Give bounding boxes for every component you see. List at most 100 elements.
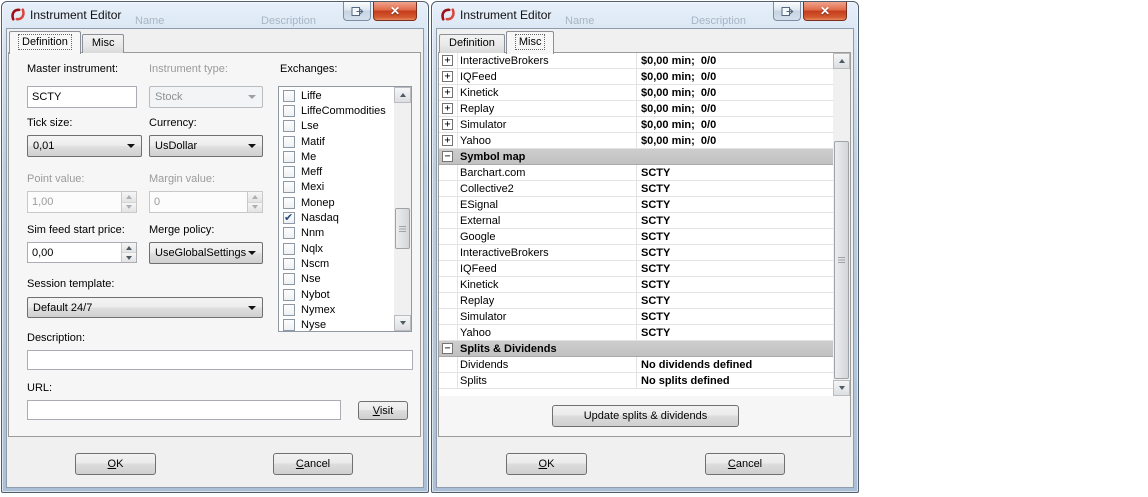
grid-row[interactable]: Yahoo SCTY (439, 325, 833, 341)
exchange-item[interactable]: Lse (279, 119, 394, 134)
grid-row[interactable]: IQFeed SCTY (439, 261, 833, 277)
grid-row[interactable]: + IQFeed $0,00 min; 0/0 (439, 69, 833, 85)
tab-definition[interactable]: Definition (439, 34, 505, 53)
exchange-item[interactable]: Nybot (279, 287, 394, 302)
close-button[interactable]: ✕ (803, 2, 847, 21)
exchange-item[interactable]: Nscm (279, 256, 394, 271)
checkbox-unchecked[interactable] (283, 288, 295, 301)
scrollbar-thumb[interactable] (395, 208, 410, 249)
merge-policy-dropdown[interactable]: UseGlobalSettings (149, 242, 263, 264)
visit-button[interactable]: Visit (358, 401, 408, 420)
checkbox-checked[interactable] (283, 211, 295, 225)
spinner-down-button[interactable] (122, 253, 136, 262)
checkbox-unchecked[interactable] (283, 319, 295, 331)
grid-row[interactable]: Google SCTY (439, 229, 833, 245)
grid-row[interactable]: Simulator SCTY (439, 309, 833, 325)
checkbox-unchecked[interactable] (283, 257, 295, 270)
grid-row[interactable]: + Yahoo $0,00 min; 0/0 (439, 133, 833, 149)
checkbox-unchecked[interactable] (283, 104, 295, 117)
checkbox-unchecked[interactable] (283, 150, 295, 163)
grid-row[interactable]: Collective2 SCTY (439, 181, 833, 197)
exchanges-listbox[interactable]: Liffe LiffeCommodities Lse Matif Me Meff Mexi M… (278, 86, 412, 332)
checkbox-unchecked[interactable] (283, 89, 295, 102)
exchange-item[interactable]: Monep (279, 195, 394, 210)
description-input[interactable] (27, 350, 413, 370)
expand-icon[interactable]: + (442, 71, 453, 82)
context-help-button[interactable] (343, 2, 371, 21)
checkbox-unchecked[interactable] (283, 181, 295, 194)
exchange-item[interactable]: Nymex (279, 302, 394, 317)
exchange-item[interactable]: Nasdaq (279, 210, 394, 225)
grid-row[interactable]: Dividends No dividends defined (439, 357, 833, 373)
grid-row[interactable]: Barchart.com SCTY (439, 165, 833, 181)
expand-icon[interactable]: + (442, 87, 453, 98)
exchange-item[interactable]: LiffeCommodities (279, 103, 394, 118)
tick-size-dropdown[interactable]: 0,01 (27, 135, 142, 157)
master-instrument-input[interactable] (27, 86, 137, 108)
checkbox-unchecked[interactable] (283, 196, 295, 209)
exchange-item[interactable]: Meff (279, 164, 394, 179)
exchange-label: Nscm (301, 257, 330, 270)
exchange-item[interactable]: Me (279, 149, 394, 164)
checkbox-unchecked[interactable] (283, 273, 295, 286)
dialog-body: Definition Misc + InteractiveBrokers $0,00… (436, 28, 854, 488)
grid-section-row[interactable]: − Symbol map (439, 149, 833, 165)
cancel-button[interactable]: Cancel (273, 453, 353, 475)
scroll-up-button[interactable] (394, 87, 411, 103)
ok-button[interactable]: OK (75, 453, 156, 475)
exchange-item[interactable]: Nnm (279, 226, 394, 241)
grid-row[interactable]: InteractiveBrokers SCTY (439, 245, 833, 261)
grid-row[interactable]: + Simulator $0,00 min; 0/0 (439, 117, 833, 133)
column-divider (636, 53, 637, 68)
exchange-item[interactable]: Liffe (279, 88, 394, 103)
checkbox-unchecked[interactable] (283, 166, 295, 179)
collapse-icon[interactable]: − (442, 151, 453, 162)
grid-section-row[interactable]: − Splits & Dividends (439, 341, 833, 357)
title-bar[interactable]: Instrument Editor Name Description ✕ (432, 2, 858, 28)
collapse-icon[interactable]: − (442, 343, 453, 354)
exchange-item[interactable]: Nse (279, 272, 394, 287)
checkbox-unchecked[interactable] (283, 242, 295, 255)
context-help-button[interactable] (773, 2, 801, 21)
grid-row[interactable]: Replay SCTY (439, 293, 833, 309)
exchange-item[interactable]: Matif (279, 134, 394, 149)
scroll-up-button[interactable] (833, 53, 850, 69)
spinner-up-button[interactable] (122, 243, 136, 253)
scroll-down-button[interactable] (394, 315, 411, 331)
tab-misc[interactable]: Misc (81, 34, 125, 53)
url-input[interactable] (27, 400, 341, 420)
session-template-label: Session template: (27, 278, 115, 290)
grid-scrollbar[interactable] (833, 53, 850, 396)
tab-definition[interactable]: Definition (9, 31, 81, 54)
grid-row[interactable]: External SCTY (439, 213, 833, 229)
checkbox-unchecked[interactable] (283, 227, 295, 240)
grid-row[interactable]: + InteractiveBrokers $0,00 min; 0/0 (439, 53, 833, 69)
exchanges-scrollbar[interactable] (394, 87, 411, 331)
expand-icon[interactable]: + (442, 119, 453, 130)
scrollbar-thumb[interactable] (834, 141, 849, 379)
grid-row[interactable]: + Replay $0,00 min; 0/0 (439, 101, 833, 117)
tab-misc[interactable]: Misc (505, 31, 555, 54)
ok-button[interactable]: OK (506, 453, 587, 475)
update-splits-dividends-button[interactable]: Update splits & dividends (552, 405, 739, 427)
sim-feed-start-price-spinner[interactable]: 0,00 (27, 242, 137, 263)
exchange-item[interactable]: Nqlx (279, 241, 394, 256)
grid-row[interactable]: Splits No splits defined (439, 373, 833, 389)
grid-row[interactable]: ESignal SCTY (439, 197, 833, 213)
grid-row[interactable]: Kinetick SCTY (439, 277, 833, 293)
expand-icon[interactable]: + (442, 135, 453, 146)
session-template-dropdown[interactable]: Default 24/7 (27, 297, 263, 318)
expand-icon[interactable]: + (442, 55, 453, 66)
currency-dropdown[interactable]: UsDollar (149, 135, 263, 157)
scroll-down-button[interactable] (833, 380, 850, 396)
checkbox-unchecked[interactable] (283, 135, 295, 148)
exchange-item[interactable]: Mexi (279, 180, 394, 195)
cancel-button[interactable]: Cancel (705, 453, 785, 475)
expand-icon[interactable]: + (442, 103, 453, 114)
exchange-item[interactable]: Nyse (279, 317, 394, 331)
checkbox-unchecked[interactable] (283, 120, 295, 133)
checkbox-unchecked[interactable] (283, 303, 295, 316)
close-button[interactable]: ✕ (373, 2, 417, 21)
title-bar[interactable]: Instrument Editor Name Description ✕ (2, 2, 428, 28)
grid-row[interactable]: + Kinetick $0,00 min; 0/0 (439, 85, 833, 101)
